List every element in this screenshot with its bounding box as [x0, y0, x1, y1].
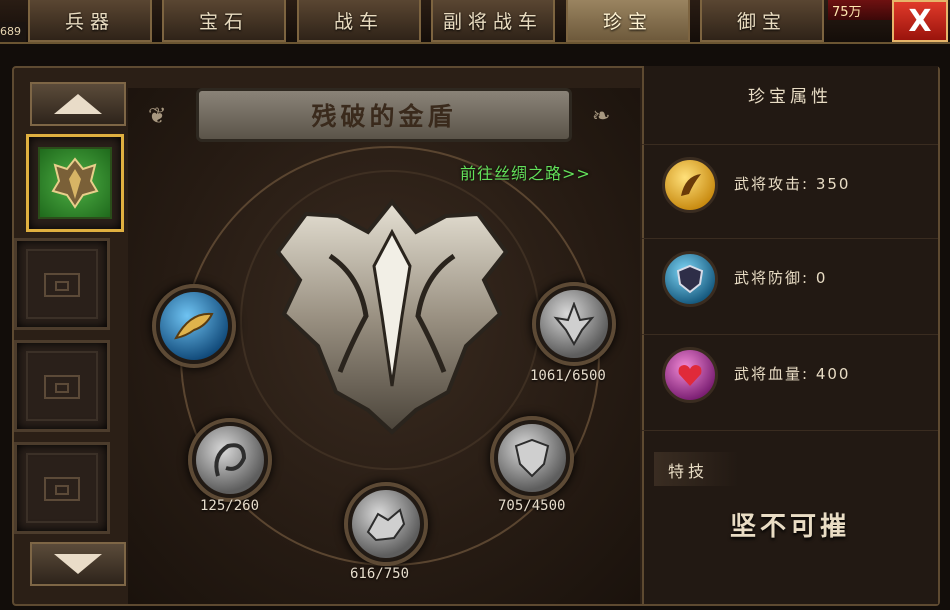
silver-beast-fragment-icon: [352, 490, 420, 558]
silver-swirl-fragment-icon: [196, 426, 264, 494]
wealth-counter: 75万: [828, 0, 892, 20]
treasure-slot-selected[interactable]: [26, 134, 124, 232]
treasure-slot-locked[interactable]: [14, 340, 110, 432]
chest-icon: [26, 249, 98, 319]
skill-name: 坚不可摧: [729, 512, 850, 542]
fragment-orb[interactable]: [490, 416, 574, 500]
defense-icon: [662, 251, 718, 307]
treasure-name: 残破的金盾: [196, 88, 572, 142]
silver-spike-fragment-icon: [540, 290, 608, 358]
tab-weapons[interactable]: 兵器: [28, 0, 152, 42]
property-row-health: 武将血量: 400: [642, 334, 938, 414]
tab-imperial-treasure[interactable]: 御宝: [700, 0, 824, 42]
goto-silk-road-link[interactable]: 前往丝绸之路>>: [460, 160, 591, 184]
chest-icon: [26, 351, 98, 421]
health-icon: [662, 347, 718, 403]
tab-chariot[interactable]: 战车: [297, 0, 421, 42]
treasure-slot-locked[interactable]: [14, 238, 110, 330]
golden-shield-icon: [38, 147, 112, 219]
fragment-orb[interactable]: [188, 418, 272, 502]
properties-title: 珍宝属性: [748, 87, 832, 107]
scroll-down-button[interactable]: [30, 542, 126, 586]
corner-badge: 689: [0, 22, 26, 42]
chest-icon: [26, 453, 98, 523]
banner-ornament-left: ❦: [148, 104, 167, 129]
golden-wing-fragment-icon: [160, 292, 228, 360]
fragment-orb[interactable]: [532, 282, 616, 366]
fragment-count: 125/260: [200, 498, 260, 514]
property-row-defense: 武将防御: 0: [642, 238, 938, 318]
defense-value: 武将防御: 0: [734, 269, 828, 287]
health-value: 武将血量: 400: [734, 365, 851, 383]
treasure-slot-locked[interactable]: [14, 442, 110, 534]
arrow-down-icon: [54, 554, 102, 574]
attack-icon: [662, 157, 718, 213]
close-button[interactable]: X: [892, 0, 948, 42]
broken-golden-shield-icon: [270, 196, 514, 436]
fragment-orb[interactable]: [152, 284, 236, 368]
fragment-count: 1061/6500: [530, 368, 606, 384]
tab-bar: 689 兵器 宝石 战车 副将战车 珍宝 御宝 75万 X: [0, 0, 950, 44]
divider: [642, 430, 938, 431]
property-row-attack: 武将攻击: 350: [642, 144, 938, 224]
banner-ornament-right: ❧: [592, 104, 611, 129]
silver-crest-fragment-icon: [498, 424, 566, 492]
fragment-count: 616/750: [350, 566, 410, 582]
skill-tag: 特技: [654, 452, 738, 486]
tab-treasure[interactable]: 珍宝: [566, 0, 690, 42]
fragment-orb[interactable]: [344, 482, 428, 566]
fragment-count: 705/4500: [498, 498, 566, 514]
scroll-up-button[interactable]: [30, 82, 126, 126]
tab-gems[interactable]: 宝石: [162, 0, 286, 42]
tab-deputy-chariot[interactable]: 副将战车: [431, 0, 555, 42]
attack-value: 武将攻击: 350: [734, 175, 851, 193]
arrow-up-icon: [54, 94, 102, 114]
